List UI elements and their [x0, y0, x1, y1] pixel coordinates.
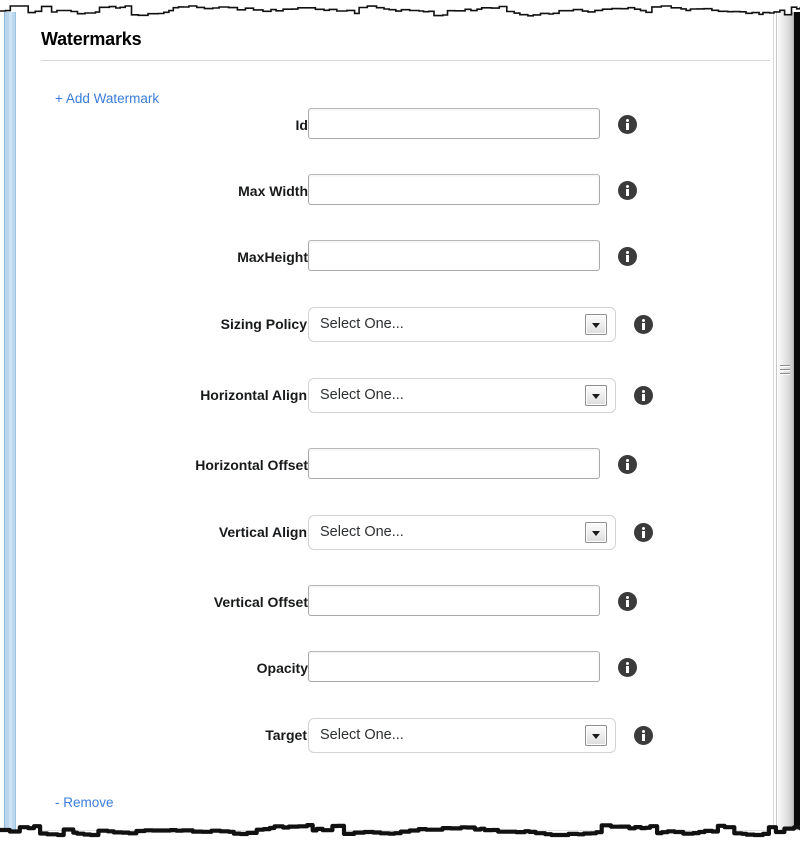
info-circle-icon [618, 181, 637, 200]
form-row: Sizing Policy Select One... [22, 307, 774, 342]
info-dot [642, 318, 645, 322]
info-circle-icon [618, 592, 637, 611]
info-icon[interactable] [618, 181, 637, 200]
info-icon[interactable] [618, 247, 637, 266]
field-label: Vertical Offset [213, 594, 308, 610]
field-label: Opacity [256, 660, 308, 676]
select-value: Select One... [320, 316, 404, 332]
info-dot [626, 458, 629, 462]
info-circle-icon [618, 115, 637, 134]
info-circle-icon [618, 247, 637, 266]
info-stem [642, 734, 645, 741]
info-stem [642, 531, 645, 538]
top-mask [0, 0, 800, 12]
grip-lines-icon [780, 365, 790, 380]
info-circle-icon [634, 726, 653, 745]
page-title: Watermarks [41, 29, 142, 49]
field-label: Max Width [238, 183, 308, 199]
scrollbar-separator [773, 0, 774, 847]
remove-watermark-link[interactable]: - Remove [55, 795, 114, 810]
chevron-down-icon[interactable] [585, 385, 607, 406]
field-label: MaxHeight [237, 249, 308, 265]
input-max-width[interactable] [308, 174, 600, 205]
form-row: MaxHeight [22, 240, 774, 274]
info-circle-icon [618, 658, 637, 677]
info-icon[interactable] [634, 726, 653, 745]
info-icon[interactable] [634, 386, 653, 405]
input-horizontal-offset[interactable] [308, 448, 600, 479]
info-icon[interactable] [634, 523, 653, 542]
info-icon[interactable] [618, 592, 637, 611]
form-row: Horizontal Align Select One... [22, 378, 774, 413]
select-sizing-policy[interactable]: Select One... [308, 307, 616, 342]
info-stem [626, 189, 629, 196]
field-label: Horizontal Offset [195, 457, 308, 473]
info-dot [626, 118, 629, 122]
form-row: Max Width [22, 174, 774, 208]
title-divider [41, 60, 773, 61]
info-icon[interactable] [618, 115, 637, 134]
triangle-down-glyph [592, 530, 600, 536]
info-stem [626, 666, 629, 673]
select-value: Select One... [320, 387, 404, 403]
info-dot [642, 526, 645, 530]
info-stem [642, 323, 645, 330]
form-row: Vertical Align Select One... [22, 515, 774, 550]
field-label: Id [295, 117, 308, 133]
form-row: Vertical Offset [22, 585, 774, 619]
triangle-down-glyph [592, 733, 600, 739]
left-edge-rail [0, 0, 22, 847]
info-icon[interactable] [618, 658, 637, 677]
info-icon[interactable] [618, 455, 637, 474]
bottom-divider [41, 830, 773, 831]
info-stem [626, 255, 629, 262]
triangle-down-glyph [592, 393, 600, 399]
form-row: Target Select One... [22, 718, 774, 753]
info-stem [626, 463, 629, 470]
select-vertical-align[interactable]: Select One... [308, 515, 616, 550]
window-right-edge [794, 0, 800, 847]
rail-band [16, 0, 18, 847]
info-dot [626, 595, 629, 599]
info-dot [626, 250, 629, 254]
info-dot [626, 661, 629, 665]
field-label: Sizing Policy [220, 316, 307, 332]
info-circle-icon [634, 315, 653, 334]
field-label: Target [265, 727, 307, 743]
watermarks-settings-screenshot: Watermarks + Add Watermark Id Max Width Ma… [0, 0, 800, 847]
field-label: Horizontal Align [200, 387, 307, 403]
scrollbar-thumb[interactable] [776, 0, 794, 847]
info-stem [626, 600, 629, 607]
field-label: Vertical Align [218, 524, 307, 540]
input-id[interactable] [308, 108, 600, 139]
info-stem [642, 394, 645, 401]
form-row: Id [22, 108, 774, 142]
info-circle-icon [634, 523, 653, 542]
input-opacity[interactable] [308, 651, 600, 682]
info-dot [626, 184, 629, 188]
select-value: Select One... [320, 524, 404, 540]
select-value: Select One... [320, 727, 404, 743]
add-watermark-link[interactable]: + Add Watermark [55, 91, 159, 106]
watermarks-panel: Watermarks + Add Watermark Id Max Width Ma… [22, 12, 774, 837]
select-target[interactable]: Select One... [308, 718, 616, 753]
info-circle-icon [618, 455, 637, 474]
triangle-down-glyph [592, 322, 600, 328]
chevron-down-icon[interactable] [585, 725, 607, 746]
vertical-scrollbar[interactable] [770, 0, 800, 847]
select-horizontal-align[interactable]: Select One... [308, 378, 616, 413]
info-dot [642, 389, 645, 393]
info-dot [642, 729, 645, 733]
info-icon[interactable] [634, 315, 653, 334]
info-stem [626, 123, 629, 130]
form-row: Horizontal Offset [22, 448, 774, 482]
input-maxheight[interactable] [308, 240, 600, 271]
chevron-down-icon[interactable] [585, 522, 607, 543]
info-circle-icon [634, 386, 653, 405]
form-row: Opacity [22, 651, 774, 685]
input-vertical-offset[interactable] [308, 585, 600, 616]
chevron-down-icon[interactable] [585, 314, 607, 335]
